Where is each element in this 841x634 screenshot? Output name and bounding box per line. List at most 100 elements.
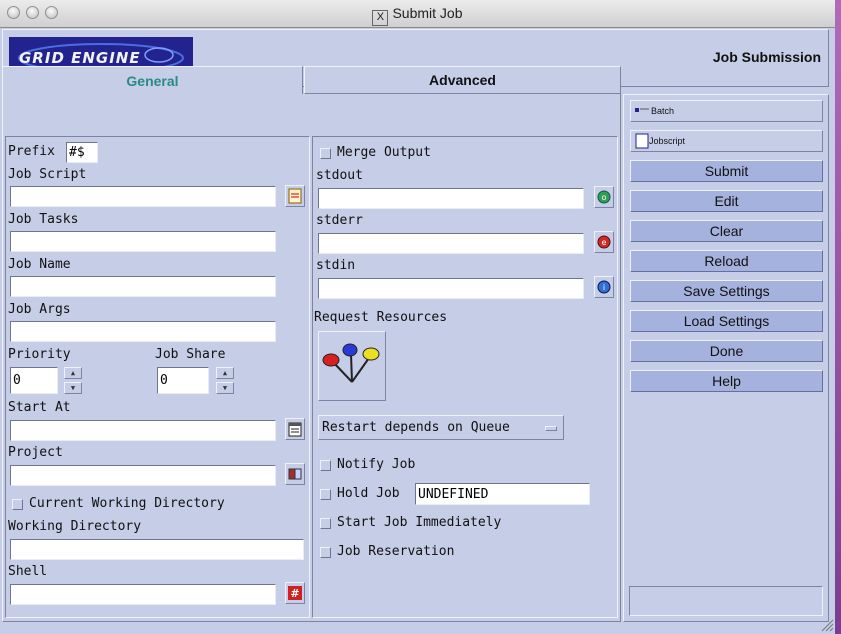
shell-select-button[interactable]: # [285,582,305,604]
stdout-icon: o [597,190,611,204]
load-settings-label: Load Settings [683,313,770,329]
save-settings-button[interactable]: Save Settings [630,280,823,302]
edit-button[interactable]: Edit [630,190,823,212]
prefix-input[interactable] [66,142,98,163]
stdin-icon: i [597,280,611,294]
job-name-label: Job Name [8,257,71,272]
stdout-input[interactable] [318,188,584,209]
project-icon [288,468,302,480]
help-label: Help [712,373,741,389]
merge-output-checkbox[interactable] [320,148,331,159]
job-share-label: Job Share [155,347,226,362]
job-reservation-label: Job Reservation [337,544,455,559]
priority-input[interactable] [10,367,58,394]
stdin-label: stdin [316,258,356,273]
load-settings-button[interactable]: Load Settings [630,310,823,332]
project-label: Project [8,445,63,460]
hold-job-label: Hold Job [337,486,400,501]
job-script-input[interactable] [10,186,276,207]
save-settings-label: Save Settings [683,283,770,299]
cwd-label: Current Working Directory [29,496,225,511]
shell-input[interactable] [10,584,276,605]
hold-job-input[interactable] [415,483,590,505]
window-title: X Submit Job [0,5,835,26]
merge-output-label: Merge Output [337,145,431,160]
working-directory-input[interactable] [10,539,304,560]
restart-select[interactable]: Restart depends on Queue [318,415,564,440]
document-icon [288,188,302,204]
batch-icon [635,108,649,112]
working-directory-label: Working Directory [8,519,142,534]
start-immediately-checkbox[interactable] [320,518,331,529]
batch-label: Batch [651,106,675,116]
svg-text:e: e [602,238,607,247]
resources-icon [322,343,380,383]
done-button[interactable]: Done [630,340,823,362]
hold-job-checkbox[interactable] [320,489,331,500]
start-at-input[interactable] [10,420,276,441]
status-area [629,586,823,616]
reload-label: Reload [704,253,749,269]
job-share-increment-button[interactable]: ▲ [216,367,234,379]
cwd-checkbox[interactable] [12,499,23,510]
done-label: Done [709,343,744,359]
dropdown-icon [545,426,557,431]
shell-label: Shell [8,564,48,579]
help-button[interactable]: Help [630,370,823,392]
priority-increment-button[interactable]: ▲ [64,367,82,379]
submit-button[interactable]: Submit [630,160,823,182]
resize-grip-icon[interactable] [820,618,834,632]
stderr-icon: e [597,235,611,249]
job-args-input[interactable] [10,321,276,342]
tab-advanced-label: Advanced [429,72,496,88]
job-script-label: Job Script [8,167,87,182]
stdin-input[interactable] [318,278,584,299]
job-share-input[interactable] [157,367,209,394]
submit-label: Submit [704,163,749,179]
notify-job-label: Notify Job [337,457,416,472]
prefix-label: Prefix [8,144,55,159]
svg-text:o: o [602,193,607,202]
clear-button[interactable]: Clear [630,220,823,242]
project-select-button[interactable] [285,463,305,485]
job-share-decrement-button[interactable]: ▼ [216,382,234,394]
project-input[interactable] [10,465,276,486]
jobscript-icon [635,133,649,149]
jobscript-toggle-button[interactable]: Jobscript [630,130,823,152]
jobscript-label: Jobscript [649,136,686,146]
x11-icon: X [372,10,389,26]
start-immediately-label: Start Job Immediately [337,515,502,530]
calendar-button[interactable] [285,418,305,440]
start-at-label: Start At [8,400,71,415]
tab-advanced[interactable]: Advanced [304,66,621,94]
desktop-background [835,0,841,634]
stderr-browse-button[interactable]: e [594,231,614,253]
stdout-label: stdout [316,168,363,183]
restart-select-value: Restart depends on Queue [322,420,510,435]
file-browse-button[interactable] [285,185,305,207]
reload-button[interactable]: Reload [630,250,823,272]
priority-decrement-button[interactable]: ▼ [64,382,82,394]
job-reservation-checkbox[interactable] [320,547,331,558]
job-tasks-input[interactable] [10,231,276,252]
calendar-icon [288,422,302,437]
request-resources-label: Request Resources [314,310,448,325]
batch-toggle-button[interactable]: Batch [630,100,823,122]
job-args-label: Job Args [8,302,71,317]
svg-text:#: # [290,587,299,600]
hash-icon: # [288,586,302,600]
notify-job-checkbox[interactable] [320,460,331,471]
job-tasks-label: Job Tasks [8,212,79,227]
tab-general-label: General [126,72,179,89]
stderr-input[interactable] [318,233,584,254]
stdin-browse-button[interactable]: i [594,276,614,298]
job-name-input[interactable] [10,276,276,297]
stdout-browse-button[interactable]: o [594,186,614,208]
priority-label: Priority [8,347,71,362]
stderr-label: stderr [316,213,363,228]
logo-text: GRID ENGINE [19,49,141,67]
svg-text:i: i [603,283,605,292]
tab-general[interactable]: General [2,66,303,94]
request-resources-button[interactable] [318,331,386,401]
page-title: Job Submission [712,49,821,65]
